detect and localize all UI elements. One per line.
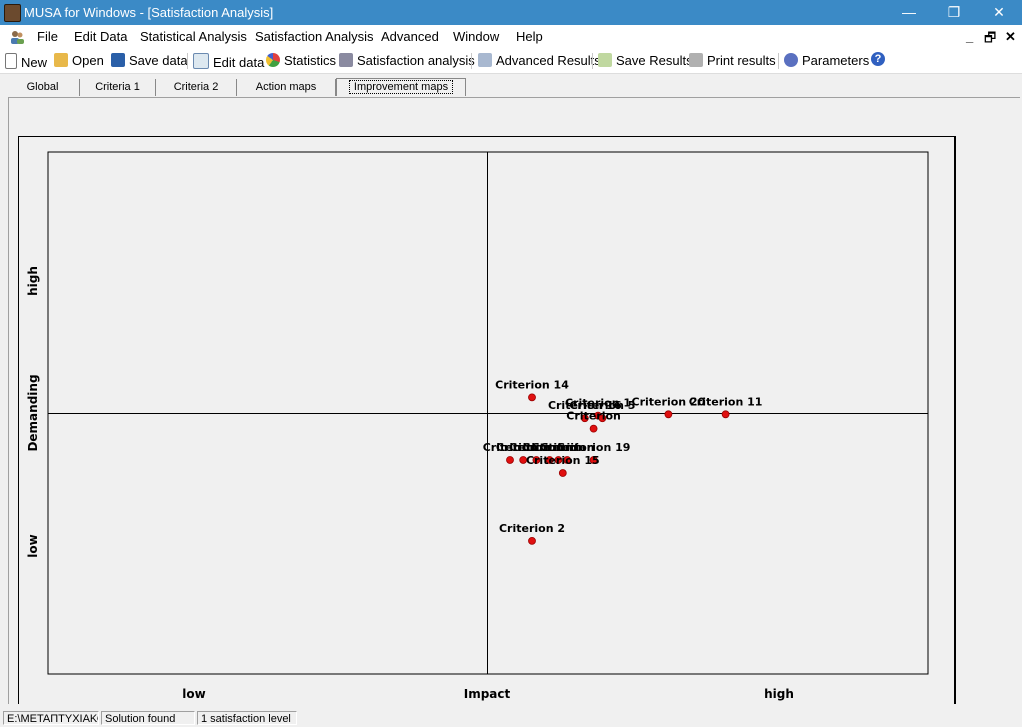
data-point [506,456,514,464]
status-message: Solution found [101,711,195,725]
data-point [528,393,536,402]
status-path: E:\ΜΕΤΑΠΤΥΧΙΑΚΟ [3,711,99,725]
status-levels: 1 satisfaction level [197,711,297,725]
data-point [558,469,567,477]
status-bar: E:\ΜΕΤΑΠΤΥΧΙΑΚΟ Solution found 1 satisfa… [0,709,1022,727]
data-point-label: Criterion 19 [557,441,631,454]
improvement-map-chart: low Impact high high Demanding low Crite… [26,151,929,701]
data-point-label: Criterion 2 [499,522,565,535]
x-tick-low: low [182,687,205,701]
x-tick-high: high [764,687,794,701]
y-tick-low: low [26,534,40,557]
data-point-label: Criterion 11 [689,395,763,408]
x-axis-label: Impact [464,687,511,701]
data-point [528,536,536,545]
y-tick-high: high [26,266,40,296]
y-axis-label: Demanding [26,374,40,451]
data-point [589,424,598,433]
data-point-label: Criterion 15 [526,454,600,467]
data-point [721,410,730,419]
data-point-label: Criterion [566,410,621,423]
data-point [664,410,673,419]
data-point-label: Criterion 14 [495,378,569,391]
points-layer: Criterion 14Criterion 1Criterion 5Criter… [483,378,763,545]
